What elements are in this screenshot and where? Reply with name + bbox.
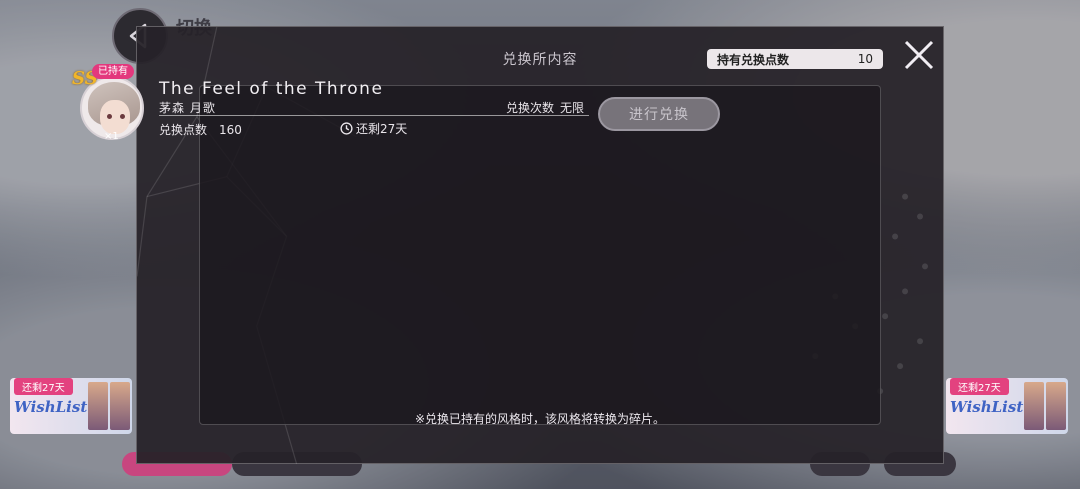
time-remaining-text: 还剩27天	[356, 122, 408, 136]
exchange-cost: 兑换点数 160	[159, 121, 242, 138]
points-balance: 持有兑换点数 10	[707, 49, 883, 69]
owned-badge: 已持有	[92, 64, 134, 79]
item-quantity: ×1	[104, 131, 119, 142]
item-divider	[159, 115, 589, 116]
banner-time-tag: 还剩27天	[14, 378, 73, 395]
limit-label: 兑换次数	[506, 101, 555, 115]
clock-icon	[340, 122, 353, 135]
exchange-limit: 兑换次数 无限	[506, 99, 584, 116]
cost-value: 160	[219, 123, 242, 137]
points-value: 10	[857, 52, 873, 66]
banner-time-tag: 还剩27天	[950, 378, 1009, 395]
points-label: 持有兑换点数	[717, 52, 790, 67]
limit-value: 无限	[560, 101, 585, 115]
time-remaining: 还剩27天	[340, 120, 407, 137]
exchange-item-panel	[199, 85, 881, 425]
item-character: 茅森 月歌	[159, 101, 216, 115]
cost-label: 兑换点数	[159, 123, 208, 137]
item-name: The Feel of the Throne	[159, 79, 384, 99]
close-icon	[904, 40, 934, 70]
exchange-footnote: ※兑换已持有的风格时，该风格将转换为碎片。	[414, 412, 666, 426]
close-button[interactable]	[899, 35, 939, 75]
exchange-button[interactable]: 进行兑换	[598, 97, 720, 131]
